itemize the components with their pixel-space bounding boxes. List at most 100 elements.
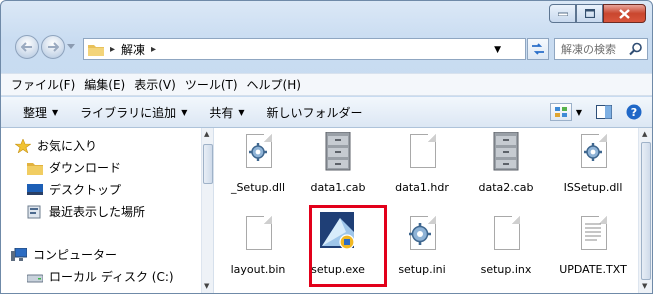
search-placeholder: 解凍の検索 — [561, 43, 616, 56]
add-to-library-button[interactable]: ライブラリに追加 ▼ — [80, 104, 187, 121]
hard-drive-icon — [27, 274, 43, 282]
maximize-icon — [584, 9, 595, 18]
help-icon[interactable]: ? — [626, 104, 642, 120]
file-item[interactable]: data2.cab — [469, 132, 543, 195]
nav-recent-places[interactable]: 最近表示した場所 — [27, 203, 145, 220]
menu-view[interactable]: 表示(V) — [134, 76, 176, 93]
file-list: _Setup.dll data1.cab data1.hdr data2.cab — [215, 128, 638, 293]
file-name: setup.ini — [398, 263, 446, 276]
file-name: UPDATE.TXT — [559, 263, 627, 276]
close-button[interactable] — [603, 4, 646, 23]
file-name: ISSetup.dll — [563, 181, 623, 194]
nav-favorites-label: お気に入り — [37, 139, 98, 153]
search-icon[interactable] — [629, 42, 643, 56]
scroll-up-arrow-icon[interactable]: ▲ — [204, 130, 209, 138]
explorer-window: ▸ 解凍 ▸ ▼ 解凍の検索 ファイル(F) 編集(E) 表示(V) ツール(T… — [0, 0, 653, 294]
nav-local-disk-label: ローカル ディスク (C:) — [49, 270, 174, 284]
chevron-down-icon: ▼ — [52, 107, 59, 117]
file-item[interactable]: setup.inx — [469, 214, 543, 277]
nav-desktop-label: デスクトップ — [49, 183, 122, 197]
menu-file[interactable]: ファイル(F) — [11, 76, 75, 93]
forward-arrow-icon — [48, 42, 59, 52]
cabinet-icon — [486, 132, 526, 176]
breadcrumb-separator-icon: ▸ — [110, 43, 116, 55]
command-bar: 整理 ▼ ライブラリに追加 ▼ 共有 ▼ 新しいフォルダー ▼ ? — [1, 97, 652, 128]
file-name: _Setup.dll — [230, 181, 286, 194]
file-item[interactable]: setup.ini — [385, 214, 459, 277]
svg-text:?: ? — [631, 106, 637, 119]
nav-desktop[interactable]: デスクトップ — [27, 181, 121, 198]
change-view-button[interactable]: ▼ — [549, 103, 582, 121]
scrollbar-thumb[interactable] — [641, 142, 651, 280]
file-name: data1.hdr — [395, 181, 449, 194]
nav-downloads[interactable]: ダウンロード — [27, 159, 121, 176]
file-item[interactable]: data1.cab — [301, 132, 375, 195]
navigation-pane: お気に入り ダウンロード デスクトップ 最近表示した場所 コンピューター ローカ… — [1, 128, 214, 293]
desktop-icon — [27, 183, 43, 195]
menu-bar: ファイル(F) 編集(E) 表示(V) ツール(T) ヘルプ(H) — [1, 73, 652, 96]
recent-pages-chevron-icon[interactable] — [67, 44, 75, 50]
file-item[interactable]: _Setup.dll — [221, 132, 295, 195]
organize-label: 整理 — [23, 105, 48, 120]
back-button[interactable] — [15, 35, 39, 59]
folder-icon — [88, 44, 104, 56]
gear-doc-icon — [238, 132, 278, 176]
address-bar[interactable]: ▸ 解凍 ▸ ▼ — [83, 38, 526, 60]
nav-pane-scrollbar[interactable]: ▲ ▼ — [201, 128, 213, 293]
close-icon — [619, 8, 630, 19]
gear-doc-icon — [402, 214, 442, 258]
menu-help[interactable]: ヘルプ(H) — [247, 76, 301, 93]
nav-local-disk[interactable]: ローカル ディスク (C:) — [27, 268, 174, 285]
chevron-down-icon: ▼ — [238, 107, 245, 117]
file-list-scrollbar[interactable]: ▲ ▼ — [638, 128, 652, 293]
nav-favorites[interactable]: お気に入り — [15, 137, 97, 154]
organize-button[interactable]: 整理 ▼ — [23, 104, 58, 121]
nav-recent-places-label: 最近表示した場所 — [49, 205, 146, 219]
view-icon — [549, 103, 572, 121]
address-history-dropdown-icon[interactable]: ▼ — [494, 45, 501, 55]
address-row: ▸ 解凍 ▸ ▼ 解凍の検索 — [1, 31, 652, 65]
recent-places-icon — [27, 205, 41, 218]
file-name: setup.inx — [480, 263, 532, 276]
text-doc-icon — [573, 214, 613, 258]
add-to-library-label: ライブラリに追加 — [80, 105, 177, 120]
computer-icon — [11, 247, 27, 261]
minimize-button[interactable] — [549, 4, 576, 23]
star-icon — [15, 138, 31, 153]
refresh-icon — [532, 43, 544, 55]
scroll-down-arrow-icon[interactable]: ▼ — [204, 282, 209, 290]
file-name: data1.cab — [310, 181, 366, 194]
new-folder-button[interactable]: 新しいフォルダー — [267, 104, 363, 121]
share-label: 共有 — [209, 105, 234, 120]
blank-doc-icon — [486, 214, 526, 258]
setup-exe-highlight-box — [309, 205, 387, 287]
share-button[interactable]: 共有 ▼ — [209, 104, 244, 121]
scrollbar-thumb[interactable] — [203, 144, 213, 184]
nav-computer[interactable]: コンピューター — [11, 246, 117, 263]
blank-doc-icon — [238, 214, 278, 258]
forward-button[interactable] — [41, 35, 65, 59]
cabinet-icon — [318, 132, 358, 176]
menu-tools[interactable]: ツール(T) — [185, 76, 238, 93]
minimize-icon — [557, 12, 568, 16]
file-item[interactable]: data1.hdr — [385, 132, 459, 195]
back-arrow-icon — [21, 42, 32, 52]
new-folder-label: 新しいフォルダー — [266, 105, 363, 120]
menu-edit[interactable]: 編集(E) — [84, 76, 125, 93]
file-name: layout.bin — [230, 263, 286, 276]
refresh-button[interactable] — [527, 38, 549, 60]
chevron-down-icon: ▼ — [181, 107, 188, 117]
breadcrumb-current-folder[interactable]: 解凍 — [121, 41, 145, 58]
file-item[interactable]: UPDATE.TXT — [553, 214, 633, 277]
file-item[interactable]: layout.bin — [221, 214, 295, 277]
preview-pane-icon[interactable] — [596, 105, 612, 119]
search-input[interactable]: 解凍の検索 — [554, 38, 648, 60]
content-area: お気に入り ダウンロード デスクトップ 最近表示した場所 コンピューター ローカ… — [1, 128, 652, 293]
file-item[interactable]: ISSetup.dll — [553, 132, 633, 195]
chevron-down-icon: ▼ — [575, 107, 582, 117]
file-name: data2.cab — [478, 181, 534, 194]
nav-computer-label: コンピューター — [33, 248, 118, 262]
scroll-up-arrow-icon[interactable]: ▲ — [642, 130, 647, 138]
maximize-button[interactable] — [576, 4, 603, 23]
scroll-down-arrow-icon[interactable]: ▼ — [642, 282, 647, 290]
